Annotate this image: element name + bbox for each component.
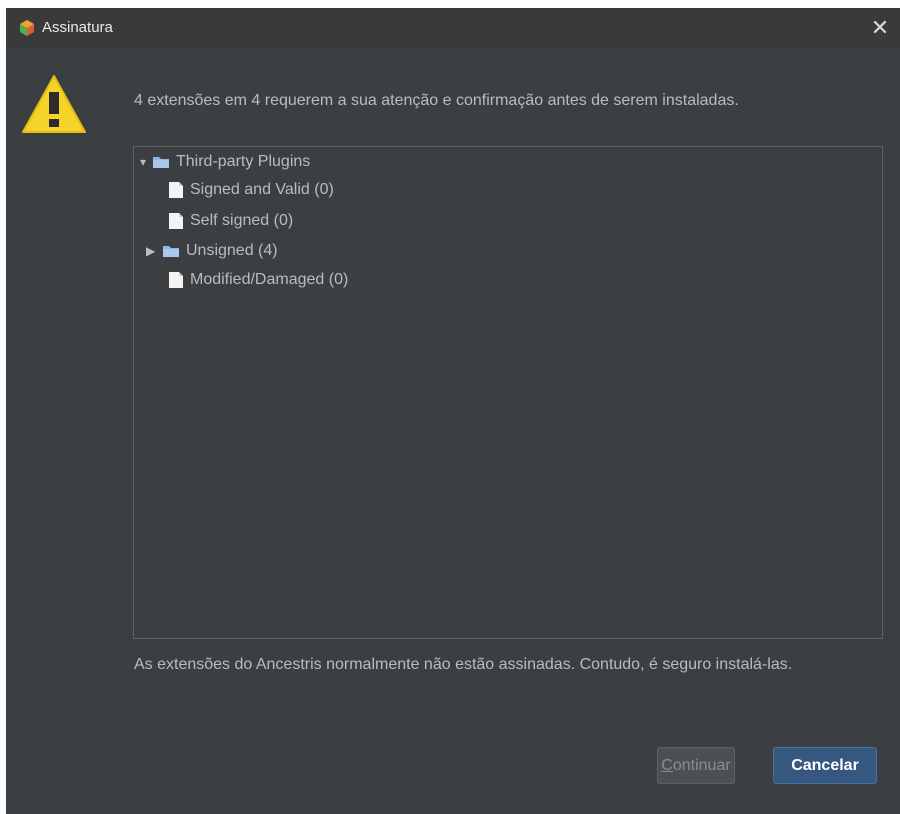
warning-triangle-icon	[22, 75, 86, 133]
tree-node-modified-damaged[interactable]: Modified/Damaged (0)	[168, 268, 348, 292]
unsigned-notice: As extensões do Ancestris normalmente nã…	[134, 656, 793, 673]
tree-node-self-signed[interactable]: Self signed (0)	[168, 209, 293, 233]
ancestris-app-icon	[20, 20, 34, 36]
tree-node-label: Signed and Valid (0)	[190, 181, 334, 198]
title-bar: Assinatura ✕	[6, 8, 900, 48]
cancel-label: Cancelar	[791, 756, 859, 774]
folder-icon	[153, 157, 169, 168]
tree-node-signed-and-valid[interactable]: Signed and Valid (0)	[168, 178, 334, 202]
plugin-tree[interactable]: ▾ Third-party Plugins Signed and Valid (…	[133, 146, 883, 639]
continue-button[interactable]: Continuar	[657, 747, 735, 784]
folder-icon	[163, 246, 179, 257]
continue-label: ontinuar	[672, 756, 731, 774]
tree-node-label: Self signed (0)	[190, 212, 294, 229]
tree-node-label: Third-party Plugins	[176, 153, 311, 170]
close-icon: ✕	[870, 15, 890, 40]
expanded-caret-icon[interactable]: ▾	[140, 155, 152, 169]
cancel-button[interactable]: Cancelar	[773, 747, 877, 784]
file-icon	[169, 272, 183, 288]
tree-node-label: Modified/Damaged (0)	[190, 271, 349, 288]
tree-node-third-party-plugins[interactable]: ▾ Third-party Plugins	[140, 150, 310, 174]
close-button[interactable]: ✕	[860, 8, 900, 48]
file-icon	[169, 213, 183, 229]
file-icon	[169, 182, 183, 198]
collapsed-caret-icon[interactable]: ▶	[146, 244, 158, 258]
dialog-window: Assinatura ✕ 4 extensões em 4 requerem a…	[6, 8, 900, 814]
confirmation-message: 4 extensões em 4 requerem a sua atenção …	[134, 92, 739, 109]
tree-node-label: Unsigned (4)	[186, 242, 278, 259]
continue-mnemonic: C	[661, 756, 673, 774]
window-title: Assinatura	[42, 19, 113, 36]
tree-node-unsigned[interactable]: ▶ Unsigned (4)	[146, 239, 278, 263]
